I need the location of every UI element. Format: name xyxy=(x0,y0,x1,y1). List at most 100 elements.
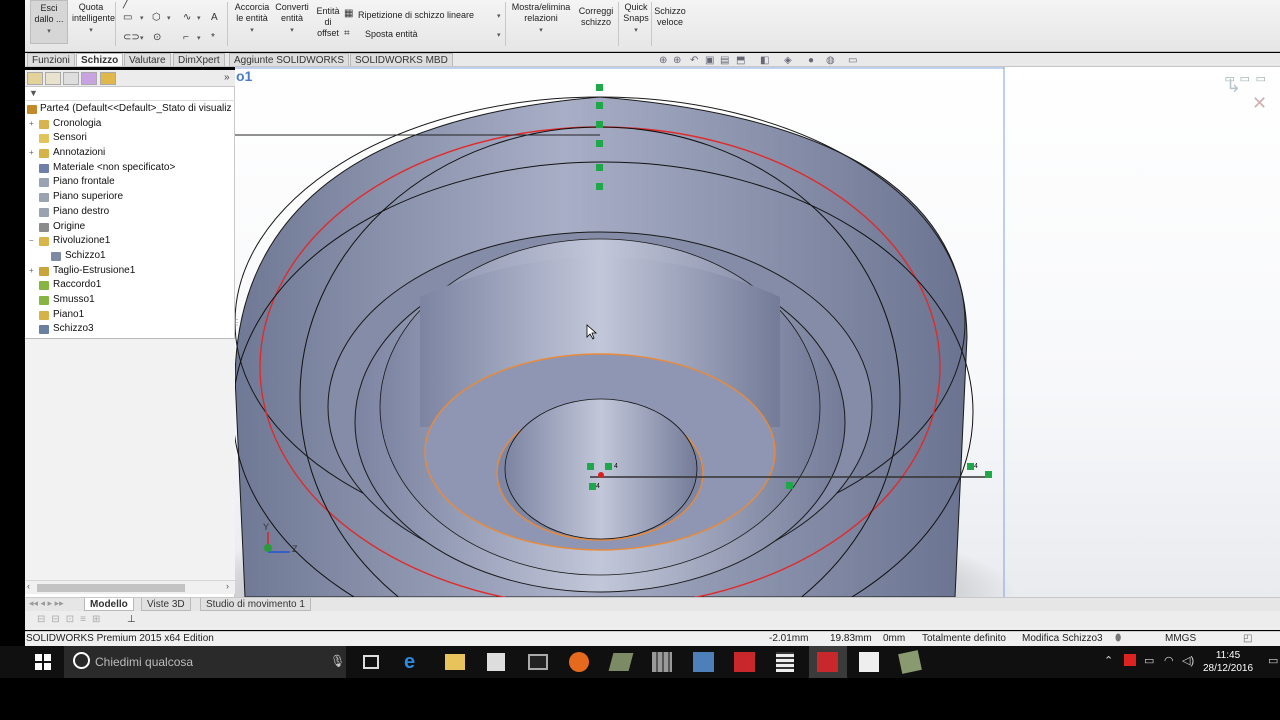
expand-toggle-icon[interactable]: + xyxy=(29,117,34,132)
quick-snaps-button[interactable]: Quick Snaps ▾ xyxy=(621,0,651,36)
tree-root[interactable]: Parte4 (Default<<Default>_Stato di visua… xyxy=(25,102,235,117)
point-icon[interactable]: ⊙ xyxy=(153,32,161,43)
exit-sketch-button[interactable]: Esci dallo ... ▾ xyxy=(30,0,68,44)
chevron-down-icon[interactable]: ▾ xyxy=(89,27,93,34)
tree-item[interactable]: Piano1 xyxy=(25,308,235,323)
tree-item[interactable]: Schizzo3 xyxy=(25,322,235,337)
apply-scene-icon[interactable]: ◍ xyxy=(826,55,835,66)
tab-aggiunte-solidworks[interactable]: Aggiunte SOLIDWORKS xyxy=(229,53,350,66)
command-prompt-icon[interactable] xyxy=(528,654,548,670)
firefox-icon[interactable] xyxy=(569,652,589,672)
model-view[interactable] xyxy=(235,67,1280,597)
view-settings-icon[interactable]: ▭ xyxy=(848,55,857,66)
centerline-icon[interactable]: ⌐ xyxy=(183,32,189,43)
splitter-handle-icon[interactable]: ⋮ xyxy=(233,318,241,327)
featuremanager-tree-tab[interactable] xyxy=(27,72,43,85)
tree-item[interactable]: Schizzo1 xyxy=(25,249,235,264)
convert-entities-button[interactable]: Converti entità ▾ xyxy=(273,0,311,36)
battery-icon[interactable]: ▭ xyxy=(1144,654,1154,667)
exit-sketch-confirm-icon[interactable]: ↳ xyxy=(1226,76,1241,97)
scroll-right-icon[interactable]: › xyxy=(226,581,229,591)
display-manager-tab[interactable] xyxy=(100,72,116,85)
offset-entities-button[interactable]: Entità di offset xyxy=(313,0,343,39)
tab-funzioni[interactable]: Funzioni xyxy=(27,53,75,66)
tab-valutare[interactable]: Valutare xyxy=(124,53,171,66)
app2-icon[interactable] xyxy=(898,650,922,674)
app-icon[interactable] xyxy=(608,653,634,671)
tab-schizzo[interactable]: Schizzo xyxy=(76,53,124,66)
configuration-manager-tab[interactable] xyxy=(63,72,79,85)
text-icon[interactable]: A xyxy=(211,12,218,23)
tree-item[interactable]: Piano destro xyxy=(25,205,235,220)
expand-panel-icon[interactable]: » xyxy=(224,72,230,83)
photos-icon[interactable] xyxy=(859,652,879,672)
chevron-down-icon[interactable]: ▾ xyxy=(197,34,201,42)
chevron-down-icon[interactable]: ▾ xyxy=(197,14,201,22)
scroll-left-icon[interactable]: ‹ xyxy=(27,581,30,591)
chevron-down-icon[interactable]: ▾ xyxy=(634,27,638,34)
tree-item[interactable]: + Annotazioni xyxy=(25,146,235,161)
taskbar-clock[interactable]: 11:45 28/12/2016 xyxy=(1196,649,1260,675)
notifications-icon[interactable]: ▭ xyxy=(1268,654,1278,667)
chevron-down-icon[interactable]: ▾ xyxy=(167,14,171,22)
calculator-icon[interactable] xyxy=(776,652,794,672)
display-style-icon[interactable]: ◧ xyxy=(760,55,769,66)
chevron-down-icon[interactable]: ▾ xyxy=(497,12,501,20)
tree-item[interactable]: Origine xyxy=(25,220,235,235)
linear-pattern-button[interactable]: Ripetizione di schizzo lineare xyxy=(358,10,508,21)
display-delete-relations-button[interactable]: Mostra/elimina relazioni ▾ xyxy=(509,0,573,36)
volume-icon[interactable]: ◁) xyxy=(1182,654,1194,667)
zoom-area-icon[interactable]: ⊕ xyxy=(673,55,681,66)
store-icon[interactable] xyxy=(487,653,505,671)
chevron-down-icon[interactable]: ▾ xyxy=(47,28,51,35)
chevron-down-icon[interactable]: ▾ xyxy=(250,27,254,34)
tree-item[interactable]: Piano superiore xyxy=(25,190,235,205)
plane-icon[interactable]: * xyxy=(211,32,215,43)
solidworks-icon[interactable] xyxy=(734,652,755,672)
chevron-down-icon[interactable]: ▾ xyxy=(290,27,294,34)
tab-modello[interactable]: Modello xyxy=(84,598,134,611)
section-view-icon[interactable]: ▣ xyxy=(705,55,714,66)
edit-appearance-icon[interactable]: ● xyxy=(808,55,814,66)
tab-solidworks-mbd[interactable]: SOLIDWORKS MBD xyxy=(350,53,453,66)
dynamic-annotation-icon[interactable]: ▤ xyxy=(720,55,729,66)
view-orientation-icon[interactable]: ⬒ xyxy=(736,55,745,66)
rapid-sketch-button[interactable]: Schizzo veloce xyxy=(653,0,687,28)
status-units[interactable]: MMGS xyxy=(1165,633,1196,644)
horizontal-scrollbar[interactable]: ‹ › xyxy=(25,580,235,594)
smart-dimension-button[interactable]: Quota intelligente ▾ xyxy=(72,0,115,36)
tree-item[interactable]: Piano frontale xyxy=(25,175,235,190)
mini-toolbar-icons[interactable]: ⊟⊟⊡≡⊞ xyxy=(37,614,106,625)
graphics-area[interactable]: Y Z 4 4 4 xyxy=(235,67,1280,597)
expand-toggle-icon[interactable]: − xyxy=(29,234,34,249)
wifi-icon[interactable]: ◠ xyxy=(1164,654,1174,667)
calculator-grid-icon[interactable] xyxy=(652,652,672,672)
tray-app-icon[interactable] xyxy=(1124,654,1136,666)
chevron-down-icon[interactable]: ▾ xyxy=(539,27,543,34)
chevron-down-icon[interactable]: ▾ xyxy=(497,31,501,39)
tab-viste-3d[interactable]: Viste 3D xyxy=(141,598,191,611)
cortana-search-box[interactable]: Chiedimi qualcosa 🎙 xyxy=(64,646,346,678)
tree-item[interactable]: Sensori xyxy=(25,131,235,146)
image-viewer-icon[interactable] xyxy=(693,652,714,672)
filter-bar[interactable] xyxy=(25,95,235,101)
microphone-icon[interactable]: 🎙 xyxy=(330,654,345,668)
line-icon[interactable]: ╱ xyxy=(123,0,129,9)
repair-sketch-button[interactable]: Correggi schizzo xyxy=(575,0,617,28)
zoom-to-fit-icon[interactable]: ⊕ xyxy=(659,55,667,66)
property-manager-tab[interactable] xyxy=(45,72,61,85)
hide-show-items-icon[interactable]: ◈ xyxy=(784,55,792,66)
tile-icon[interactable]: ▭ xyxy=(1240,72,1250,85)
expand-toggle-icon[interactable]: + xyxy=(29,264,34,279)
expand-toggle-icon[interactable]: + xyxy=(29,146,34,161)
tree-item[interactable]: + Taglio-Estrusione1 xyxy=(25,264,235,279)
task-view-icon[interactable] xyxy=(363,655,379,669)
tray-expand-icon[interactable]: ⌃ xyxy=(1104,654,1113,667)
windows-start-icon[interactable] xyxy=(35,654,51,670)
close-icon[interactable]: ✕ xyxy=(1252,93,1267,114)
move-entities-button[interactable]: Sposta entità xyxy=(365,29,485,40)
tab-scroll-icon[interactable]: ◂◂ ◂ ▸ ▸▸ xyxy=(29,598,64,609)
dimxpert-manager-tab[interactable] xyxy=(81,72,97,85)
file-explorer-icon[interactable] xyxy=(445,654,465,670)
solidworks-active-icon[interactable] xyxy=(817,652,838,672)
